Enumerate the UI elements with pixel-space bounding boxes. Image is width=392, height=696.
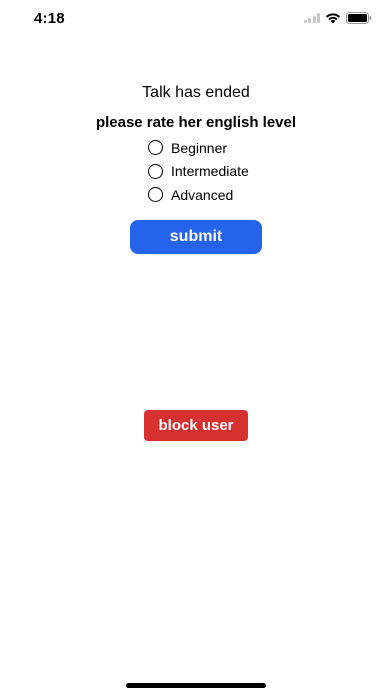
rating-question: please rate her english level <box>95 114 297 131</box>
radio-beginner[interactable] <box>148 140 163 156</box>
battery-icon <box>346 12 372 24</box>
radio-intermediate[interactable] <box>148 163 163 179</box>
block-user-button[interactable]: block user <box>144 410 248 441</box>
radio-advanced[interactable] <box>148 187 163 203</box>
signal-icon <box>303 13 320 23</box>
option-beginner[interactable]: Beginner <box>148 136 249 160</box>
level-options: Beginner Intermediate Advanced <box>148 136 249 207</box>
status-time: 4:18 <box>34 10 65 27</box>
talk-ended-title: Talk has ended <box>142 84 250 101</box>
submit-button[interactable]: submit <box>130 220 262 254</box>
option-label-advanced: Advanced <box>171 186 234 203</box>
status-icons <box>303 12 373 24</box>
status-bar: 4:18 <box>0 0 392 44</box>
option-label-intermediate: Intermediate <box>171 163 249 180</box>
wifi-icon <box>325 12 341 24</box>
option-label-beginner: Beginner <box>171 139 228 156</box>
option-intermediate[interactable]: Intermediate <box>148 160 249 184</box>
option-advanced[interactable]: Advanced <box>148 183 249 207</box>
home-indicator <box>126 683 266 688</box>
